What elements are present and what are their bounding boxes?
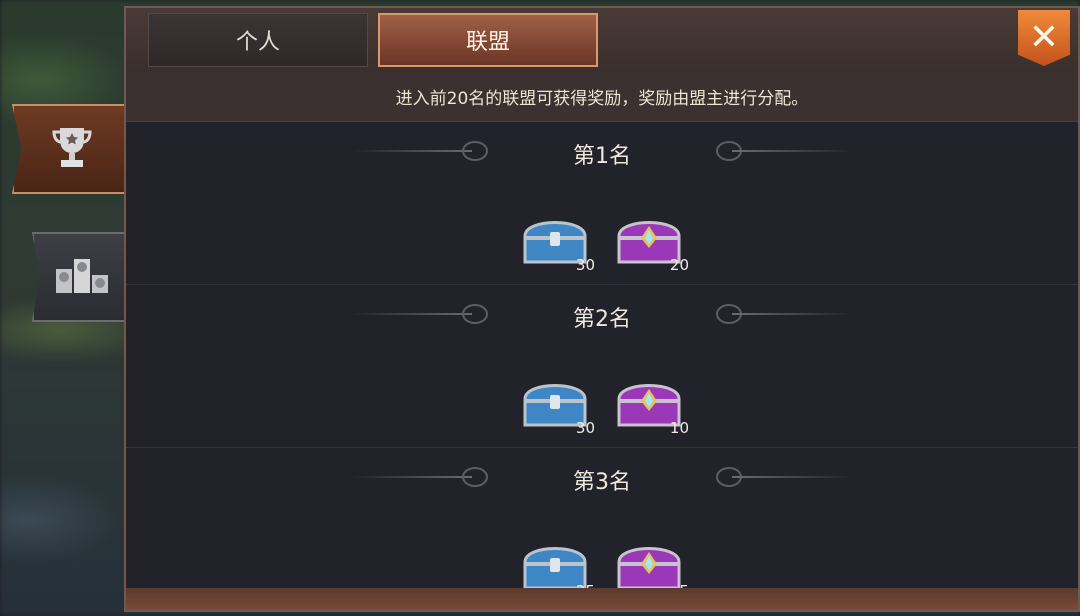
reward-quantity: 30 — [575, 419, 595, 437]
rewards-panel: 个人 联盟 ✕ 进入前20名的联盟可获得奖励，奖励由盟主进行分配。 第1名 30… — [124, 6, 1080, 612]
close-button[interactable]: ✕ — [1018, 10, 1070, 66]
side-tab-leaderboard[interactable] — [32, 232, 130, 322]
rank-row: 第1名 30 20 — [126, 122, 1078, 285]
trophy-icon — [50, 124, 94, 174]
rank-row: 第3名 25 5 — [126, 448, 1078, 588]
reward-notice: 进入前20名的联盟可获得奖励，奖励由盟主进行分配。 — [126, 72, 1078, 122]
reward-items: 25 5 — [126, 536, 1078, 588]
reward-items: 30 20 — [126, 210, 1078, 274]
reward-items: 30 10 — [126, 373, 1078, 437]
tab-alliance[interactable]: 联盟 — [378, 13, 598, 67]
blue-chest-icon[interactable]: 30 — [521, 210, 595, 274]
ornament-right — [732, 313, 852, 315]
blue-chest-icon[interactable]: 30 — [521, 373, 595, 437]
reward-quantity: 20 — [669, 256, 689, 274]
side-tab-ranking-rewards[interactable] — [12, 104, 130, 194]
reward-quantity: 30 — [575, 256, 595, 274]
tab-personal[interactable]: 个人 — [148, 13, 368, 67]
ornament-right — [732, 476, 852, 478]
blue-chest-icon[interactable]: 25 — [521, 536, 595, 588]
purple-chest-icon[interactable]: 5 — [615, 536, 689, 588]
rank-title: 第1名 — [573, 144, 631, 169]
podium-icon — [54, 255, 110, 299]
reward-quantity: 10 — [669, 419, 689, 437]
close-icon: ✕ — [1028, 17, 1060, 58]
rank-reward-list[interactable]: 第1名 30 20 第2名 30 10 第3名 — [126, 122, 1078, 588]
panel-footer — [126, 588, 1078, 610]
rank-row: 第2名 30 10 — [126, 285, 1078, 448]
purple-chest-icon[interactable]: 10 — [615, 373, 689, 437]
ornament-right — [732, 150, 852, 152]
purple-chest-icon[interactable]: 20 — [615, 210, 689, 274]
rank-title: 第3名 — [573, 470, 631, 495]
panel-header: 个人 联盟 ✕ — [126, 8, 1078, 72]
rank-title: 第2名 — [573, 307, 631, 332]
